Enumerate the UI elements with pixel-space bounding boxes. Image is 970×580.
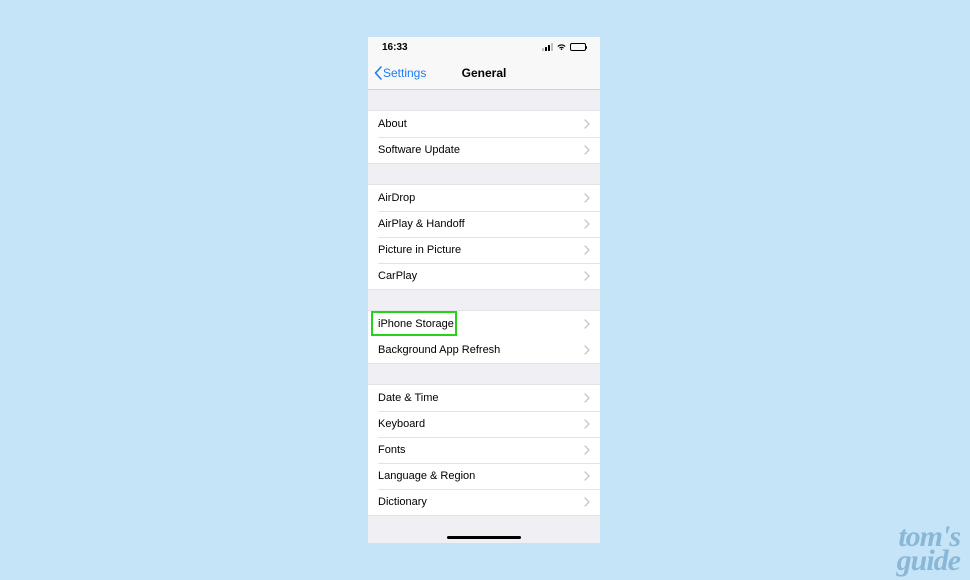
section-about: About Software Update xyxy=(368,110,600,164)
iphone-screenshot: 16:33 Settings General About Soft xyxy=(368,37,600,543)
row-carplay[interactable]: CarPlay xyxy=(368,263,600,289)
chevron-right-icon xyxy=(584,419,590,429)
home-indicator[interactable] xyxy=(447,536,521,539)
row-airplay-handoff[interactable]: AirPlay & Handoff xyxy=(368,211,600,237)
row-label: Software Update xyxy=(378,144,584,156)
chevron-right-icon xyxy=(584,445,590,455)
row-dictionary[interactable]: Dictionary xyxy=(368,489,600,515)
section-storage: iPhone Storage Background App Refresh xyxy=(368,310,600,364)
chevron-right-icon xyxy=(584,219,590,229)
chevron-right-icon xyxy=(584,271,590,281)
row-language-region[interactable]: Language & Region xyxy=(368,463,600,489)
nav-title: General xyxy=(462,66,507,80)
status-time: 16:33 xyxy=(382,42,408,53)
row-label: Fonts xyxy=(378,444,584,456)
row-background-app-refresh[interactable]: Background App Refresh xyxy=(368,337,600,363)
section-airdrop: AirDrop AirPlay & Handoff Picture in Pic… xyxy=(368,184,600,290)
back-button[interactable]: Settings xyxy=(374,57,426,89)
row-label: Picture in Picture xyxy=(378,244,584,256)
row-fonts[interactable]: Fonts xyxy=(368,437,600,463)
settings-list: About Software Update AirDrop AirPlay & … xyxy=(368,90,600,543)
chevron-right-icon xyxy=(584,119,590,129)
chevron-right-icon xyxy=(584,497,590,507)
row-keyboard[interactable]: Keyboard xyxy=(368,411,600,437)
row-label: Language & Region xyxy=(378,470,584,482)
chevron-right-icon xyxy=(584,393,590,403)
nav-bar: Settings General xyxy=(368,57,600,90)
chevron-right-icon xyxy=(584,245,590,255)
status-right xyxy=(542,43,586,51)
cellular-signal-icon xyxy=(542,43,553,51)
row-label: iPhone Storage xyxy=(378,318,584,330)
watermark-line2: guide xyxy=(897,549,960,572)
row-software-update[interactable]: Software Update xyxy=(368,137,600,163)
row-label: AirPlay & Handoff xyxy=(378,218,584,230)
chevron-right-icon xyxy=(584,471,590,481)
row-label: About xyxy=(378,118,584,130)
row-label: Date & Time xyxy=(378,392,584,404)
row-label: CarPlay xyxy=(378,270,584,282)
row-label: Dictionary xyxy=(378,496,584,508)
row-date-time[interactable]: Date & Time xyxy=(368,385,600,411)
chevron-right-icon xyxy=(584,345,590,355)
battery-icon xyxy=(570,43,586,51)
status-bar: 16:33 xyxy=(368,37,600,57)
chevron-right-icon xyxy=(584,319,590,329)
chevron-right-icon xyxy=(584,145,590,155)
row-label: Background App Refresh xyxy=(378,344,584,356)
row-picture-in-picture[interactable]: Picture in Picture xyxy=(368,237,600,263)
chevron-right-icon xyxy=(584,193,590,203)
wifi-icon xyxy=(556,43,567,51)
row-label: Keyboard xyxy=(378,418,584,430)
row-iphone-storage[interactable]: iPhone Storage xyxy=(368,311,600,337)
watermark-logo: tom's guide xyxy=(897,525,960,572)
row-about[interactable]: About xyxy=(368,111,600,137)
back-label: Settings xyxy=(383,66,426,80)
row-airdrop[interactable]: AirDrop xyxy=(368,185,600,211)
section-locale: Date & Time Keyboard Fonts Language & Re… xyxy=(368,384,600,516)
row-label: AirDrop xyxy=(378,192,584,204)
